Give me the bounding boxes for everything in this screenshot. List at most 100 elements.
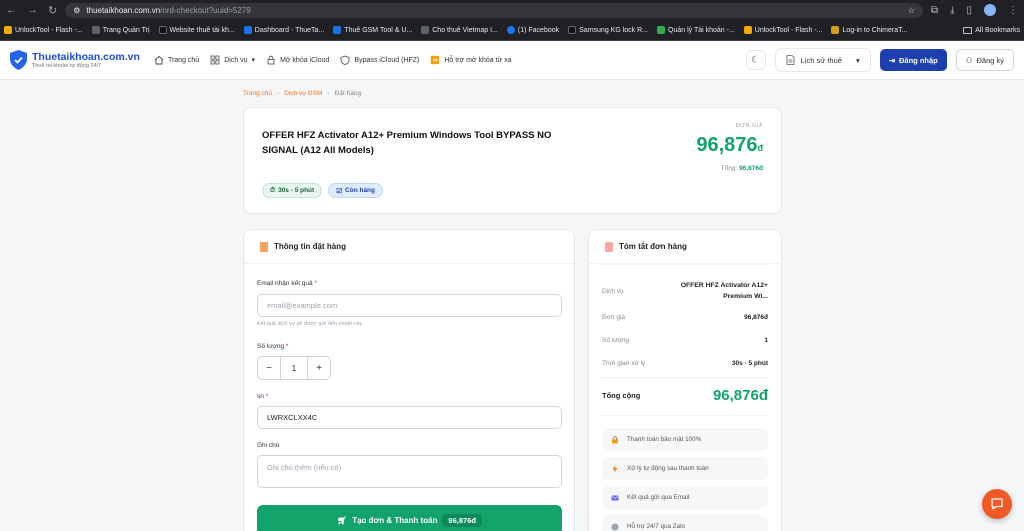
sn-field[interactable]: LWRXCLXX4C — [257, 406, 562, 429]
main-nav: Trang chủ Dịch vụ ▾ Mở khóa iCloud Bypas… — [154, 55, 512, 65]
site-info-icon[interactable]: ⚙ — [73, 6, 80, 15]
lock-icon — [267, 55, 275, 65]
quantity-input[interactable]: 1 — [280, 357, 308, 379]
bolt-icon — [612, 464, 618, 473]
address-bar[interactable]: ⚙ thuetaikhoan.com.vn/ord-checkout?uuid=… — [65, 2, 923, 18]
extensions-icon[interactable]: ⧉ — [931, 5, 938, 16]
clipboard-icon — [260, 241, 268, 252]
bookmarks-bar: UnlockTool - Flash -... Trang Quản Trị W… — [0, 20, 1024, 41]
quantity-stepper: − 1 + — [257, 356, 331, 380]
bookmark-item[interactable]: Log-in to ChimeraT... — [831, 26, 907, 34]
divider — [602, 264, 768, 265]
forward-icon[interactable]: → — [27, 4, 38, 17]
site-logo[interactable]: Thuetaikhoan.com.vn Thuê tài khoản tự độ… — [10, 50, 140, 70]
order-summary-header: Tóm tắt đơn hàng — [589, 230, 781, 264]
note-textarea[interactable]: Ghi chú thêm (nếu có) — [257, 455, 562, 488]
summary-time-row: Thời gian xử lý 30s - 5 phút — [602, 360, 768, 367]
quantity-increase-button[interactable]: + — [308, 357, 330, 379]
submit-price-badge: 96,876đ — [442, 513, 482, 527]
nav-bypass-icloud[interactable]: Bypass iCloud (HFZ) — [340, 55, 419, 65]
bookmark-item[interactable]: (1) Facebook — [506, 26, 559, 34]
bookmark-favicon — [4, 26, 12, 34]
nav-icloud-unlock[interactable]: Mở khóa iCloud — [266, 55, 329, 65]
total-price: Tổng: 96,876đ — [720, 165, 763, 172]
register-button[interactable]: ⚇ Đăng ký — [955, 49, 1014, 71]
document-icon — [786, 55, 795, 65]
chat-support-button[interactable] — [982, 489, 1012, 519]
feature-secure-payment: Thanh toán bảo mật 100% — [602, 428, 768, 451]
breadcrumb-separator: › — [277, 90, 280, 97]
login-button[interactable]: ⇥ Đăng nhập — [879, 49, 947, 71]
bookmark-favicon — [333, 26, 342, 34]
breadcrumb-separator: › — [327, 90, 330, 97]
quantity-label: Số lượng * — [257, 343, 289, 350]
order-form-card: Thông tin đặt hàng Email nhận kết quả * … — [243, 229, 575, 531]
nav-remote-unlock[interactable]: Hỗ trợ mở khóa từ xa — [430, 55, 512, 65]
feature-auto-processing: Xử lý tự động sau thanh toán — [602, 457, 768, 480]
back-icon[interactable]: ← — [6, 4, 17, 17]
bookmark-favicon — [158, 26, 167, 34]
breadcrumb-home[interactable]: Trang chủ — [243, 90, 272, 97]
rental-history-button[interactable]: Lịch sử thuê ▾ — [774, 48, 871, 72]
logo-subtitle: Thuê tài khoản tự động 24/7 — [32, 63, 102, 69]
email-field[interactable]: email@example.com — [257, 294, 562, 317]
chat-icon — [611, 523, 619, 530]
bookmark-item[interactable]: Thuê GSM Tool & U... — [333, 26, 412, 34]
feature-email-result: Kết quả gửi qua Email — [602, 486, 768, 509]
bookmark-item[interactable]: Samsung KG lock R... — [568, 26, 648, 34]
processing-time-badge: ⏱ 30s - 5 phút — [262, 183, 323, 198]
bookmark-item[interactable]: Cho thuê Vietmap I... — [421, 26, 498, 34]
browser-menu-icon[interactable]: ⋮ — [1008, 5, 1018, 16]
product-title: OFFER HFZ Activator A12+ Premium Windows… — [262, 130, 552, 156]
facebook-icon — [506, 26, 515, 34]
unit-price-label: ĐƠN GIÁ — [735, 123, 763, 129]
bookmark-star-icon[interactable]: ☆ — [908, 6, 915, 15]
quantity-decrease-button[interactable]: − — [258, 357, 280, 379]
clipboard-icon — [605, 241, 613, 252]
summary-quantity-row: Số lượng 1 — [602, 337, 768, 344]
url-path: /ord-checkout?uuid=5279 — [160, 5, 251, 15]
lock-icon — [612, 435, 618, 443]
cart-icon: 🛒︎ — [337, 515, 348, 525]
bookmark-favicon — [743, 26, 752, 34]
home-icon — [154, 55, 164, 65]
create-order-button[interactable]: 🛒︎ Tạo đơn & Thanh toán 96,876đ — [257, 505, 562, 531]
remote-support-icon — [431, 55, 440, 65]
profile-avatar[interactable] — [984, 4, 996, 16]
reload-icon[interactable]: ↻ — [48, 4, 57, 17]
logo-title: Thuetaikhoan.com.vn — [32, 51, 140, 63]
moon-icon: ☾ — [751, 54, 761, 66]
bookmark-item[interactable]: UnlockTool - Flash -... — [4, 26, 83, 34]
bookmark-item[interactable]: Trang Quản Trị — [91, 26, 150, 34]
nav-services[interactable]: Dịch vụ ▾ — [210, 55, 255, 65]
summary-total-row: Tổng cộng 96,876đ — [602, 387, 768, 404]
mail-icon — [611, 495, 619, 500]
email-label: Email nhận kết quả * — [257, 280, 317, 287]
sidepanel-icon[interactable]: ▯ — [966, 5, 972, 16]
site-header: Thuetaikhoan.com.vn Thuê tài khoản tự độ… — [0, 41, 1024, 80]
all-bookmarks[interactable]: All Bookmarks — [963, 26, 1020, 34]
breadcrumb-service[interactable]: Dịch vụ GSM — [284, 90, 322, 97]
browser-toolbar: ← → ↻ ⚙ thuetaikhoan.com.vn/ord-checkout… — [0, 0, 1024, 20]
browser-nav: ← → ↻ — [6, 4, 57, 17]
bookmark-item[interactable]: Website thuê tài kh... — [158, 26, 235, 34]
nav-home[interactable]: Trang chủ — [154, 55, 199, 65]
feature-zalo-support: Hỗ trợ 24/7 qua Zalo — [602, 515, 768, 531]
download-icon[interactable]: ⤓ — [950, 5, 954, 16]
bookmark-item[interactable]: UnlockTool - Flash -... — [743, 26, 822, 34]
bookmark-item[interactable]: Quản lý Tài khoản -... — [657, 26, 735, 34]
sn-label: sn * — [257, 393, 269, 400]
bookmark-favicon — [657, 26, 665, 34]
shield-logo-icon — [10, 50, 27, 70]
theme-toggle-button[interactable]: ☾ — [745, 50, 766, 70]
bookmark-item[interactable]: Dashboard - ThueTa... — [243, 26, 324, 34]
chat-bubble-icon — [991, 498, 1003, 510]
bookmark-favicon — [91, 26, 100, 34]
bookmark-favicon — [243, 26, 252, 34]
in-stock-badge: ☑ Còn hàng — [328, 183, 383, 198]
product-card: OFFER HFZ Activator A12+ Premium Windows… — [243, 107, 782, 214]
unit-price-value: 96,876đ — [696, 134, 763, 156]
bookmark-favicon — [421, 26, 430, 34]
summary-unit-price-row: Đơn giá 96,876đ — [602, 314, 768, 321]
divider — [602, 415, 768, 416]
